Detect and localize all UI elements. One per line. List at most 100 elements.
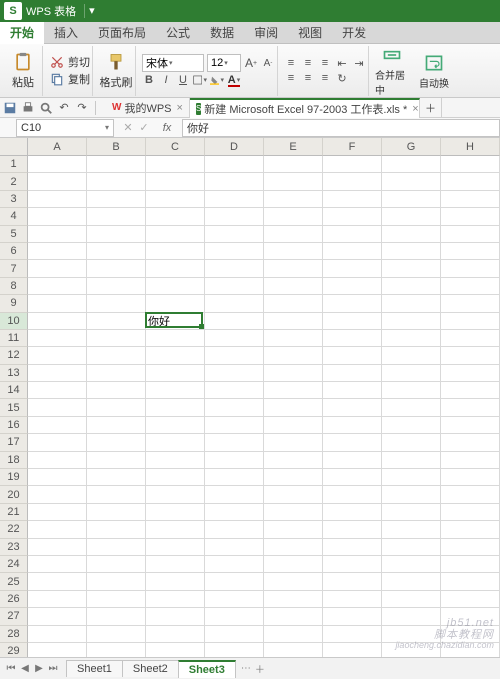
- cell[interactable]: [441, 156, 500, 173]
- cell[interactable]: [323, 521, 382, 538]
- cell[interactable]: [205, 573, 264, 590]
- cell[interactable]: [146, 521, 205, 538]
- row-header-14[interactable]: 14: [0, 382, 28, 399]
- cell[interactable]: [264, 434, 323, 451]
- cell[interactable]: [264, 591, 323, 608]
- row-header-4[interactable]: 4: [0, 208, 28, 225]
- cell[interactable]: [87, 452, 146, 469]
- cell[interactable]: [264, 347, 323, 364]
- cell[interactable]: [441, 226, 500, 243]
- cell[interactable]: [264, 226, 323, 243]
- row-header-23[interactable]: 23: [0, 539, 28, 556]
- fx-icon[interactable]: fx: [158, 122, 176, 134]
- row-header-2[interactable]: 2: [0, 173, 28, 190]
- cell[interactable]: [87, 243, 146, 260]
- cell[interactable]: [382, 260, 441, 277]
- preview-icon[interactable]: [39, 101, 53, 115]
- copy-button[interactable]: 复制: [49, 71, 90, 87]
- col-header-D[interactable]: D: [205, 138, 264, 156]
- cell[interactable]: [323, 417, 382, 434]
- cell[interactable]: [441, 521, 500, 538]
- cell[interactable]: [205, 556, 264, 573]
- cell[interactable]: [382, 556, 441, 573]
- cell[interactable]: [87, 521, 146, 538]
- cell[interactable]: [323, 295, 382, 312]
- cell[interactable]: [441, 539, 500, 556]
- ribbon-tab-6[interactable]: 视图: [288, 22, 332, 44]
- row-header-18[interactable]: 18: [0, 452, 28, 469]
- ribbon-tab-1[interactable]: 插入: [44, 22, 88, 44]
- cell[interactable]: [323, 173, 382, 190]
- underline-button[interactable]: U: [176, 73, 190, 87]
- cell[interactable]: [382, 539, 441, 556]
- cell[interactable]: [382, 191, 441, 208]
- ribbon-tab-5[interactable]: 审阅: [244, 22, 288, 44]
- cell[interactable]: [264, 173, 323, 190]
- name-box[interactable]: C10▾: [16, 119, 114, 137]
- cell[interactable]: [28, 191, 87, 208]
- cell[interactable]: [146, 173, 205, 190]
- sheet-nav-last[interactable]: ⏭: [46, 662, 60, 676]
- cell[interactable]: [382, 347, 441, 364]
- cell[interactable]: [323, 504, 382, 521]
- cell[interactable]: [146, 539, 205, 556]
- cell[interactable]: [87, 399, 146, 416]
- cell[interactable]: [87, 382, 146, 399]
- cell[interactable]: [264, 313, 323, 330]
- row-header-16[interactable]: 16: [0, 417, 28, 434]
- cell[interactable]: [146, 330, 205, 347]
- cell[interactable]: [28, 452, 87, 469]
- col-header-C[interactable]: C: [146, 138, 205, 156]
- cell[interactable]: [323, 382, 382, 399]
- cell[interactable]: [205, 504, 264, 521]
- cell[interactable]: [264, 608, 323, 625]
- cell[interactable]: [264, 417, 323, 434]
- row-header-17[interactable]: 17: [0, 434, 28, 451]
- row-header-3[interactable]: 3: [0, 191, 28, 208]
- cell[interactable]: [441, 347, 500, 364]
- cell[interactable]: [87, 469, 146, 486]
- paste-button[interactable]: 粘贴: [6, 51, 40, 90]
- cell[interactable]: [323, 486, 382, 503]
- cell[interactable]: [441, 452, 500, 469]
- cell[interactable]: [205, 156, 264, 173]
- cell[interactable]: [441, 365, 500, 382]
- cell[interactable]: [205, 295, 264, 312]
- cell[interactable]: [146, 347, 205, 364]
- row-header-28[interactable]: 28: [0, 626, 28, 643]
- col-header-G[interactable]: G: [382, 138, 441, 156]
- row-header-12[interactable]: 12: [0, 347, 28, 364]
- align-left-button[interactable]: ≡: [284, 71, 298, 85]
- indent-increase-button[interactable]: ⇥: [352, 56, 366, 70]
- cell[interactable]: [323, 226, 382, 243]
- cell[interactable]: [205, 382, 264, 399]
- cell[interactable]: [382, 608, 441, 625]
- cell[interactable]: [146, 573, 205, 590]
- cell[interactable]: [87, 608, 146, 625]
- cell[interactable]: [205, 626, 264, 643]
- cell[interactable]: [323, 278, 382, 295]
- cell[interactable]: [28, 260, 87, 277]
- cell[interactable]: [382, 469, 441, 486]
- cell[interactable]: [28, 434, 87, 451]
- cell[interactable]: [146, 591, 205, 608]
- cell[interactable]: [28, 504, 87, 521]
- col-header-A[interactable]: A: [28, 138, 87, 156]
- ribbon-tab-2[interactable]: 页面布局: [88, 22, 156, 44]
- cell[interactable]: [323, 243, 382, 260]
- cell[interactable]: [382, 626, 441, 643]
- cell[interactable]: [264, 156, 323, 173]
- cell[interactable]: [264, 295, 323, 312]
- cell[interactable]: [205, 243, 264, 260]
- cell[interactable]: [146, 626, 205, 643]
- border-button[interactable]: ▾: [193, 73, 207, 87]
- row-header-24[interactable]: 24: [0, 556, 28, 573]
- col-header-F[interactable]: F: [323, 138, 382, 156]
- cell[interactable]: [264, 504, 323, 521]
- cell[interactable]: [441, 417, 500, 434]
- cell[interactable]: [205, 591, 264, 608]
- cell[interactable]: [146, 452, 205, 469]
- cell[interactable]: [87, 278, 146, 295]
- col-header-H[interactable]: H: [441, 138, 500, 156]
- italic-button[interactable]: I: [159, 73, 173, 87]
